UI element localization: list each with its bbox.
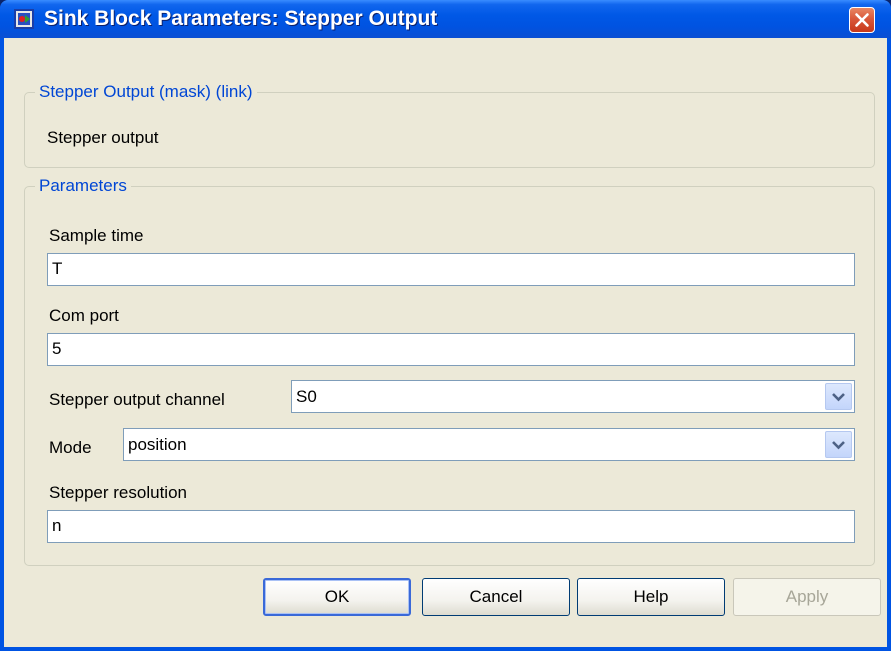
stepper-output-channel-select[interactable]: S0 — [291, 380, 855, 413]
description-groupbox: Stepper Output (mask) (link) Stepper out… — [24, 82, 875, 168]
cancel-button[interactable]: Cancel — [422, 578, 570, 616]
chevron-down-icon — [832, 393, 845, 402]
stepper-output-channel-value: S0 — [296, 387, 317, 406]
chevron-down-icon — [832, 441, 845, 450]
sample-time-label: Sample time — [49, 226, 144, 245]
window-title: Sink Block Parameters: Stepper Output — [44, 7, 438, 30]
mode-value: position — [128, 435, 187, 454]
description-legend: Stepper Output (mask) (link) — [35, 82, 257, 102]
description-text: Stepper output — [47, 128, 159, 147]
ok-button[interactable]: OK — [263, 578, 411, 616]
com-port-label: Com port — [49, 306, 119, 325]
apply-button[interactable]: Apply — [733, 578, 881, 616]
sample-time-field[interactable]: T — [47, 253, 855, 286]
com-port-field[interactable]: 5 — [47, 333, 855, 366]
mode-label: Mode — [49, 438, 92, 457]
stepper-output-channel-label: Stepper output channel — [49, 390, 225, 409]
parameters-legend: Parameters — [35, 176, 131, 196]
dialog-window: Sink Block Parameters: Stepper Output St… — [0, 0, 891, 651]
title-bar[interactable]: Sink Block Parameters: Stepper Output — [0, 0, 891, 38]
stepper-output-channel-dropdown-button[interactable] — [825, 383, 852, 410]
close-icon — [855, 13, 869, 27]
parameters-groupbox: Parameters Sample time T Com port 5 Step… — [24, 176, 875, 566]
mode-dropdown-button[interactable] — [825, 431, 852, 458]
stepper-resolution-label: Stepper resolution — [49, 483, 187, 502]
dialog-body: Stepper Output (mask) (link) Stepper out… — [4, 38, 887, 647]
close-button[interactable] — [849, 7, 875, 33]
stepper-resolution-field[interactable]: n — [47, 510, 855, 543]
help-button[interactable]: Help — [577, 578, 725, 616]
app-icon — [14, 9, 34, 29]
mode-select[interactable]: position — [123, 428, 855, 461]
